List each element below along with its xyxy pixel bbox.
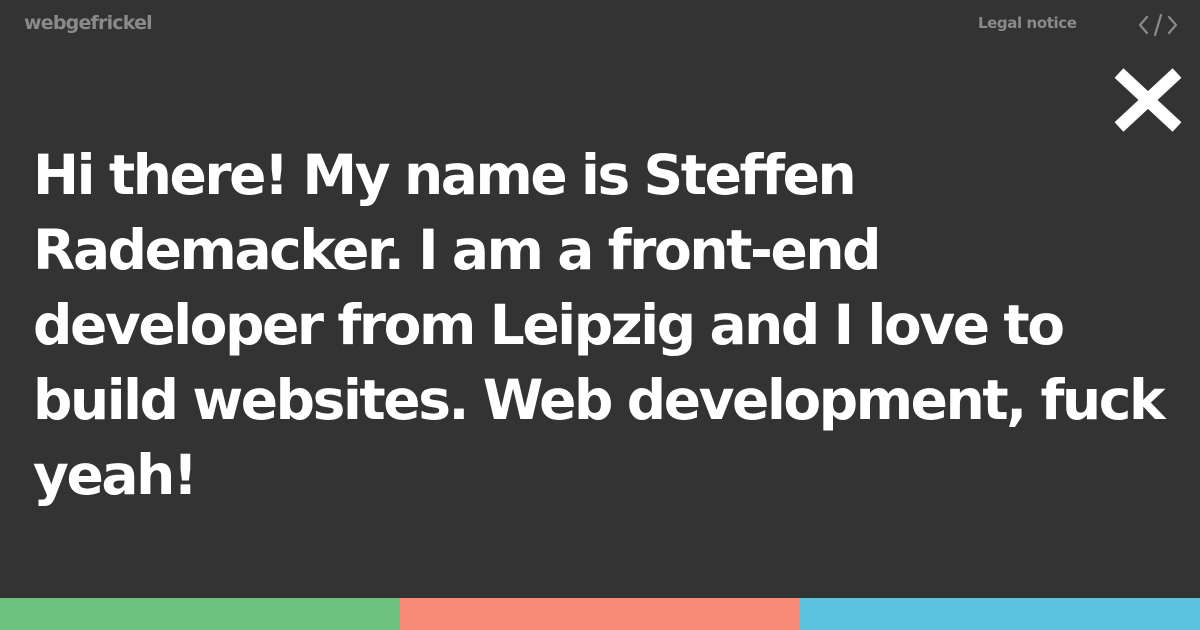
code-brackets-icon[interactable] — [1138, 12, 1178, 38]
color-bar-segment-blue — [800, 598, 1200, 630]
intro-headline: Hi there! My name is Steffen Rademacker.… — [33, 143, 1166, 507]
legal-notice-link[interactable]: Legal notice — [978, 14, 1077, 32]
close-button[interactable] — [1112, 67, 1184, 133]
color-bar — [0, 598, 1200, 630]
site-logo-link[interactable]: webgefrickel — [24, 12, 153, 34]
close-icon — [1114, 68, 1182, 132]
color-bar-segment-salmon — [400, 598, 800, 630]
color-bar-segment-green — [0, 598, 400, 630]
